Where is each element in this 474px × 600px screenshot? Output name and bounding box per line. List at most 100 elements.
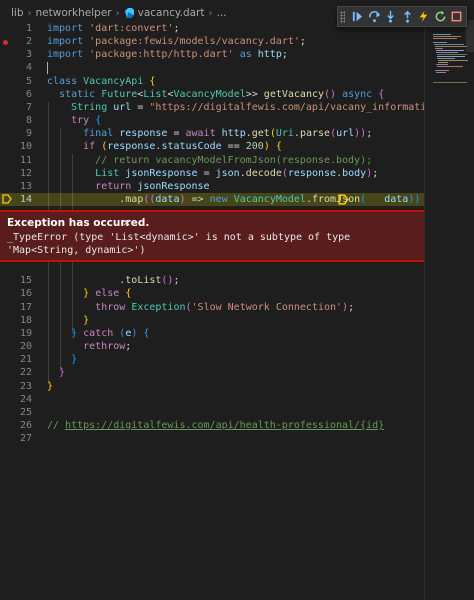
code-line[interactable]: 17 throw Exception('Slow Network Connect… [0,301,424,314]
code-token: 'dart:convert' [89,23,174,34]
code-token: response [107,141,156,152]
line-number: 19 [19,328,32,339]
code-line[interactable]: 24 [0,393,424,406]
step-out-button[interactable] [400,9,415,25]
line-number: 15 [19,275,32,286]
minimap-line [435,48,443,49]
code-line[interactable]: 9 final response = await http.get(Uri.pa… [0,127,424,140]
code-token: } [59,367,66,378]
step-over-icon [368,11,380,23]
code-line[interactable]: 8 try { [0,114,424,127]
code-token: Future [101,89,138,100]
code-line[interactable]: 10 if (response.statusCode == 200) { [0,140,424,153]
line-number: 10 [19,141,32,152]
code-line[interactable]: 23} [0,380,424,393]
minimap-line [436,50,464,51]
line-number: 17 [19,302,32,313]
code-line[interactable]: 6 static Future<List<VacancyModel>> getV… [0,88,424,101]
code-line[interactable]: 20 rethrow; [0,340,424,353]
code-line[interactable]: 21 } [0,353,424,366]
code-token: = [131,102,150,113]
code-line[interactable]: 19 } catch (e) { [0,327,424,340]
code-token: response [287,168,337,179]
code-line[interactable]: 22 } [0,366,424,379]
code-token: body [342,168,367,179]
restart-button[interactable] [433,9,448,25]
code-token: () [161,275,174,286]
code-line[interactable]: 13 return jsonResponse [0,180,424,193]
breadcrumb-vacancy-dart[interactable]: vacancy.dart [138,7,205,19]
line-number: 1 [25,23,32,34]
code-token: data [384,194,409,205]
code-text: } [47,353,77,366]
minimap-line [436,52,458,53]
code-token: as [239,49,252,60]
code-token: { [95,115,102,126]
code-line[interactable]: 11 // return vacancyModelFromJson(respon… [0,154,424,167]
code-token: Exception [131,302,186,313]
exception-widget: Exception has occurred. × _TypeError (ty… [0,210,424,262]
vertical-scrollbar[interactable] [466,20,474,600]
code-line[interactable]: 26 // https://digitalfewis.com/api/health… [0,419,424,432]
line-number: 20 [19,341,32,352]
code-line[interactable]: 2 import 'package:fewis/models/vacancy.da… [0,35,424,48]
code-token: final [83,128,114,139]
breakpoint-dot-icon[interactable] [3,40,8,45]
code-token: String [71,102,108,113]
line-number: 16 [19,288,32,299]
minimap-line [438,62,448,63]
code-token: statusCode [161,141,222,152]
stop-button[interactable] [450,9,465,25]
code-editor[interactable]: 1 import 'dart:convert'; 2 import 'package:… [0,20,450,600]
breadcrumb-more[interactable]: ... [217,7,227,19]
chevron-right-icon: › [27,7,32,19]
code-token: } [47,381,54,392]
hot-reload-button[interactable] [417,9,432,25]
code-token: VacancyModel [233,194,306,205]
code-token: // [47,420,66,431]
lightning-icon [420,10,428,23]
code-line[interactable]: 15 .toList(); [0,274,424,287]
code-token: else [95,288,120,299]
code-line[interactable]: 14 .map((data) => new VacancyModel.fromJ… [0,193,424,206]
drag-handle-icon[interactable] [340,10,346,23]
minimap-line [433,82,467,83]
code-line[interactable]: 27 [0,432,424,445]
code-line[interactable]: 18 } [0,314,424,327]
line-number: 23 [19,381,32,392]
line-number: 12 [19,168,32,179]
code-token: new [209,194,228,205]
code-text: import 'package:http/http.dart' as http; [47,48,288,61]
close-icon[interactable]: × [122,216,131,229]
code-token: } [83,315,90,326]
code-token: url [336,128,355,139]
step-into-button[interactable] [383,9,398,25]
code-line[interactable]: 3 import 'package:http/http.dart' as http… [0,48,424,61]
code-text: final response = await http.get(Uri.pars… [47,127,372,140]
code-line[interactable]: 12 List jsonResponse = json.decode(respo… [0,167,424,180]
code-line[interactable]: 16 } else { [0,287,424,300]
line-number: 9 [25,128,32,139]
restart-icon [435,10,446,22]
code-line[interactable]: 7 String url = "https://digitalfewis.com… [0,101,450,114]
line-number: 25 [19,407,32,418]
code-token: = [197,168,216,179]
code-line[interactable]: 25 [0,406,424,419]
code-line[interactable]: 5 class VacancyApi { [0,75,424,88]
chevron-right-icon: › [115,7,120,19]
code-line[interactable]: 4 [0,61,424,74]
code-token: ; [366,128,373,139]
continue-button[interactable] [350,9,365,25]
code-token: return [95,181,132,192]
code-text: rethrow; [47,340,131,353]
stop-icon [451,11,462,22]
continue-icon [353,11,363,22]
breadcrumb-networkhelper[interactable]: networkhelper [36,7,112,19]
code-token: fromJson [311,194,361,205]
code-text: if (response.statusCode == 200) { [47,140,282,153]
breadcrumb-lib[interactable]: lib [11,7,24,19]
scrollbar-thumb[interactable] [466,20,474,52]
step-over-button[interactable] [367,9,382,25]
